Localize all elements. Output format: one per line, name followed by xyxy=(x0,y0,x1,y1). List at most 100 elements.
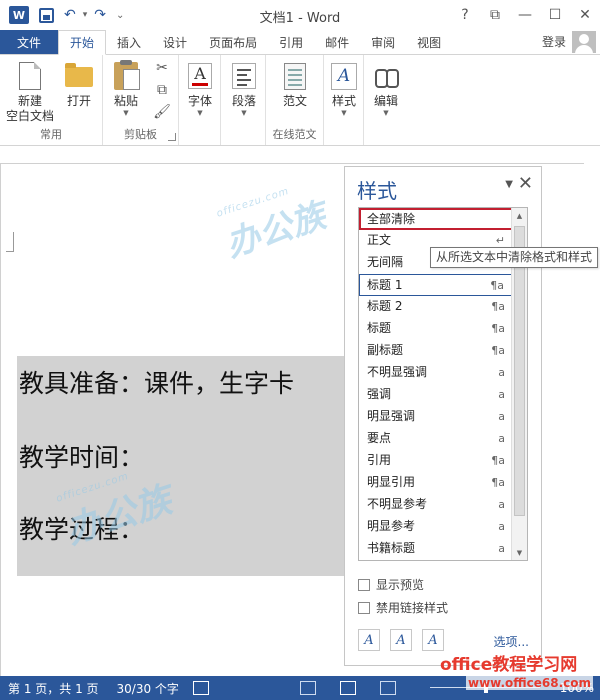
group-label-online-templates: 在线范文 xyxy=(272,128,317,141)
page-count[interactable]: 第 1 页，共 1 页 xyxy=(8,680,99,697)
style-item-subtitle[interactable]: 副标题 ¶a xyxy=(359,340,527,362)
open-button[interactable]: 打开 xyxy=(64,61,94,109)
style-item-heading-2[interactable]: 标题 2 ¶a xyxy=(359,296,527,318)
style-item-strong[interactable]: 要点 a xyxy=(359,428,527,450)
customize-qat-button[interactable]: ⌄ xyxy=(111,3,129,27)
disable-linked-styles-checkbox[interactable] xyxy=(358,601,370,614)
page-edge-left xyxy=(0,163,1,676)
clipboard-icon xyxy=(111,60,141,91)
redo-icon: ↷ xyxy=(94,7,106,23)
styles-icon: A xyxy=(329,61,359,91)
template-button[interactable]: 范文 xyxy=(280,61,310,109)
style-item-heading-1[interactable]: 标题 1 ¶a xyxy=(359,274,527,296)
avatar[interactable] xyxy=(572,31,596,53)
options-link[interactable]: 选项... xyxy=(494,633,529,650)
font-button[interactable]: A 字体 ▼ xyxy=(185,61,215,118)
style-item-clear-all[interactable]: 全部清除 xyxy=(359,208,527,230)
character-style-icon: a xyxy=(498,520,505,533)
paste-button[interactable]: 粘贴 ▼ xyxy=(111,60,141,118)
tab-page-layout[interactable]: 页面布局 xyxy=(198,30,268,54)
character-style-icon: a xyxy=(498,388,505,401)
sign-in-link[interactable]: 登录 xyxy=(542,33,566,50)
ribbon: 新建 空白文档 打开 常用 粘贴 ▼ ✂ ⧉ 🖌 剪贴板 A 字体 ▼ 段落 ▼… xyxy=(0,54,600,146)
linked-style-icon: ¶a xyxy=(491,344,505,357)
binoculars-icon xyxy=(371,61,401,91)
style-item-subtle-reference[interactable]: 不明显参考 a xyxy=(359,494,527,516)
maximize-button[interactable]: ☐ xyxy=(540,0,570,30)
tab-references[interactable]: 引用 xyxy=(268,30,314,54)
read-mode-icon[interactable] xyxy=(300,681,316,695)
cut-button[interactable]: ✂ xyxy=(153,59,171,77)
style-inspector-icon: A xyxy=(396,632,406,648)
copy-button[interactable]: ⧉ xyxy=(153,81,171,99)
editing-button[interactable]: 编辑 ▼ xyxy=(371,61,401,118)
scissors-icon: ✂ xyxy=(156,60,168,76)
page-edge-top xyxy=(0,163,584,164)
styles-pane-title: 样式 xyxy=(357,179,397,203)
ribbon-display-options-button[interactable]: ⧉ xyxy=(480,0,510,30)
document-line[interactable]: 教具准备：课件，生字卡 xyxy=(19,364,294,400)
style-item-intense-quote[interactable]: 明显引用 ¶a xyxy=(359,472,527,494)
minimize-button[interactable]: — xyxy=(510,0,540,30)
clear-all-tooltip: 从所选文本中清除格式和样式 xyxy=(430,247,599,268)
web-layout-icon[interactable] xyxy=(380,681,396,695)
brush-icon: 🖌 xyxy=(153,104,171,120)
character-style-icon: a xyxy=(498,366,505,379)
tab-review[interactable]: 审阅 xyxy=(360,30,406,54)
undo-button[interactable]: ↶ xyxy=(59,3,81,27)
clipboard-dialog-launcher[interactable] xyxy=(168,133,176,141)
manage-styles-icon: A xyxy=(428,632,438,648)
word-app-icon[interactable]: W xyxy=(4,3,34,27)
tab-home[interactable]: 开始 xyxy=(58,30,107,55)
style-item-title[interactable]: 标题 ¶a xyxy=(359,318,527,340)
show-preview-checkbox[interactable] xyxy=(358,578,370,591)
group-editing: 编辑 ▼ xyxy=(364,55,408,145)
character-style-icon: a xyxy=(498,410,505,423)
help-button[interactable]: ? xyxy=(450,0,480,30)
character-style-icon: a xyxy=(498,542,505,555)
undo-dropdown[interactable]: ▾ xyxy=(81,3,90,27)
quick-access-toolbar: W ↶ ▾ ↷ ⌄ xyxy=(0,0,129,30)
close-button[interactable]: ✕ xyxy=(570,0,600,30)
group-styles: A 样式 ▼ xyxy=(324,55,364,145)
scrollbar-thumb[interactable] xyxy=(514,226,525,516)
triangle-down-icon: ▼ xyxy=(505,179,513,190)
style-item-intense-reference[interactable]: 明显参考 a xyxy=(359,516,527,538)
styles-button[interactable]: A 样式 ▼ xyxy=(329,61,359,118)
save-button[interactable] xyxy=(34,3,59,27)
style-inspector-button[interactable]: A xyxy=(390,629,412,651)
group-clipboard: 粘贴 ▼ ✂ ⧉ 🖌 剪贴板 xyxy=(103,55,179,145)
disable-linked-styles-option[interactable]: 禁用链接样式 xyxy=(358,599,448,616)
template-icon xyxy=(280,61,310,91)
pane-close-button[interactable]: ✕ xyxy=(518,173,533,194)
word-count[interactable]: 30/30 个字 xyxy=(117,680,179,697)
tab-mailings[interactable]: 邮件 xyxy=(314,30,360,54)
print-layout-icon[interactable] xyxy=(340,681,356,695)
format-painter-button[interactable]: 🖌 xyxy=(153,103,171,121)
tab-view[interactable]: 视图 xyxy=(406,30,452,54)
linked-style-icon: ¶a xyxy=(491,322,505,335)
document-line[interactable]: 教学时间： xyxy=(19,438,144,474)
style-item-subtle-emphasis[interactable]: 不明显强调 a xyxy=(359,362,527,384)
paragraph-button[interactable]: 段落 ▼ xyxy=(229,61,259,118)
show-preview-option[interactable]: 显示预览 xyxy=(358,576,424,593)
save-icon xyxy=(39,7,54,23)
tab-file[interactable]: 文件 xyxy=(0,30,59,54)
tab-design[interactable]: 设计 xyxy=(152,30,198,54)
new-style-button[interactable]: A xyxy=(358,629,380,651)
scroll-down-arrow-icon[interactable]: ▼ xyxy=(512,545,527,560)
style-item-quote[interactable]: 引用 ¶a xyxy=(359,450,527,472)
style-item-intense-emphasis[interactable]: 明显强调 a xyxy=(359,406,527,428)
new-blank-document-button[interactable]: 新建 空白文档 xyxy=(6,61,54,124)
pane-options-dropdown[interactable]: ▼ xyxy=(505,179,513,190)
redo-button[interactable]: ↷ xyxy=(89,3,111,27)
style-item-emphasis[interactable]: 强调 a xyxy=(359,384,527,406)
linked-style-icon: ¶a xyxy=(491,454,505,467)
new-document-icon xyxy=(15,61,45,91)
tab-insert[interactable]: 插入 xyxy=(106,30,152,54)
proofing-icon[interactable] xyxy=(192,681,209,695)
scroll-up-arrow-icon[interactable]: ▲ xyxy=(512,208,527,223)
new-style-icon: A xyxy=(364,632,374,648)
manage-styles-button[interactable]: A xyxy=(422,629,444,651)
style-item-book-title[interactable]: 书籍标题 a xyxy=(359,538,527,560)
